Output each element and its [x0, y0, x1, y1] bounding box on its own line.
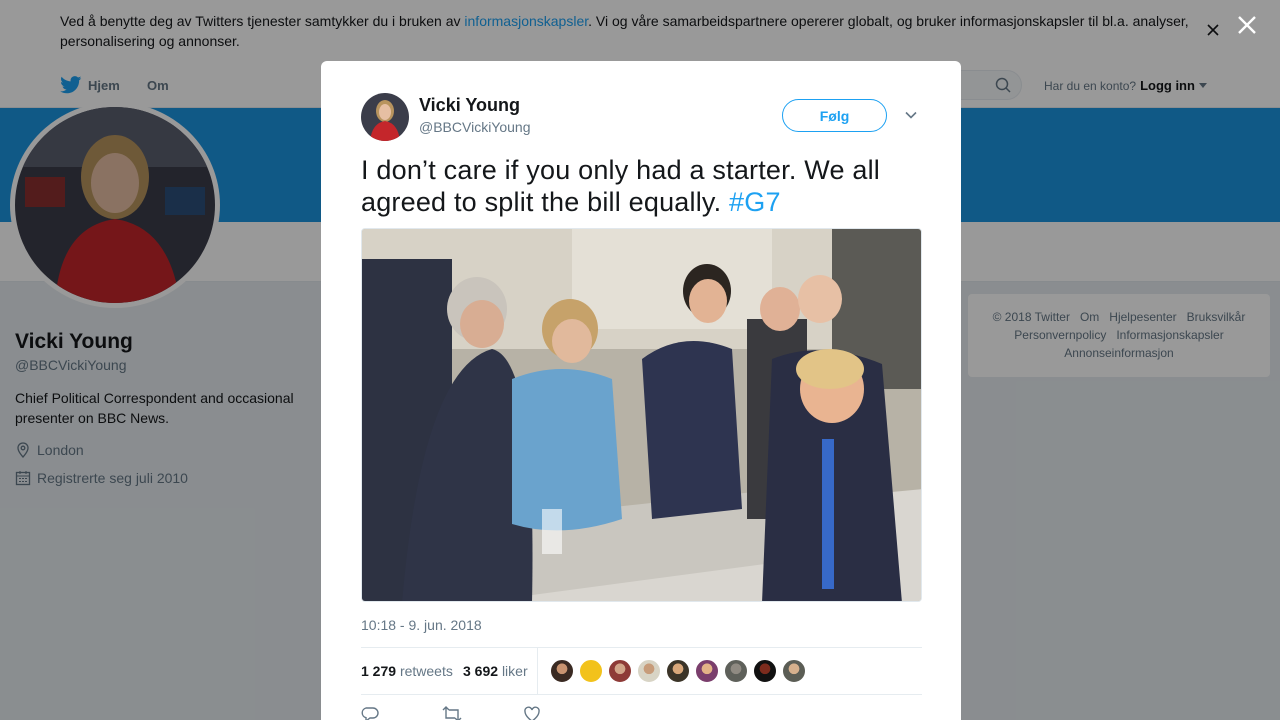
liker-avatars: [550, 659, 806, 683]
liker-avatar[interactable]: [550, 659, 574, 683]
retweets-label: retweets: [399, 663, 453, 679]
reply-icon: [361, 707, 379, 720]
liker-avatar[interactable]: [637, 659, 661, 683]
likes-count: 3 692: [463, 663, 499, 679]
tweet-modal: Vicki Young @BBCVickiYoung Følg I don’t …: [321, 61, 961, 720]
liker-avatar[interactable]: [666, 659, 690, 683]
likes-stat[interactable]: 3 692 liker: [463, 663, 528, 679]
tweet-text: I don’t care if you only had a starter. …: [361, 154, 921, 218]
tweet-actions: [361, 705, 604, 720]
tweet-photo-image: [362, 229, 921, 601]
tweet-author-name[interactable]: Vicki Young: [419, 95, 520, 116]
tweet-timestamp[interactable]: 10:18 - 9. jun. 2018: [361, 617, 482, 633]
liker-avatar[interactable]: [724, 659, 748, 683]
stats-divider: [537, 648, 538, 694]
retweets-stat[interactable]: 1 279 retweets: [361, 663, 453, 679]
heart-icon: [524, 706, 540, 720]
follow-button[interactable]: Følg: [782, 99, 887, 132]
reply-button[interactable]: [361, 705, 442, 720]
liker-avatar[interactable]: [608, 659, 632, 683]
close-icon[interactable]: [1236, 14, 1258, 36]
liker-avatar[interactable]: [695, 659, 719, 683]
tweet-photo[interactable]: [361, 228, 922, 602]
tweet-author-handle[interactable]: @BBCVickiYoung: [419, 119, 531, 135]
likes-label: liker: [501, 663, 528, 679]
retweet-icon: [442, 706, 462, 720]
like-button[interactable]: [523, 705, 604, 720]
retweets-count: 1 279: [361, 663, 397, 679]
tweet-body: I don’t care if you only had a starter. …: [361, 155, 880, 217]
liker-avatar[interactable]: [579, 659, 603, 683]
retweet-button[interactable]: [442, 705, 523, 720]
tweet-author-avatar[interactable]: [361, 93, 409, 141]
hashtag-link[interactable]: #G7: [729, 187, 781, 217]
tweet-stats: 1 279 retweets 3 692 liker: [361, 647, 922, 695]
chevron-down-icon[interactable]: [903, 107, 919, 123]
liker-avatar[interactable]: [753, 659, 777, 683]
tweet-author-avatar-image: [361, 93, 409, 141]
liker-avatar[interactable]: [782, 659, 806, 683]
